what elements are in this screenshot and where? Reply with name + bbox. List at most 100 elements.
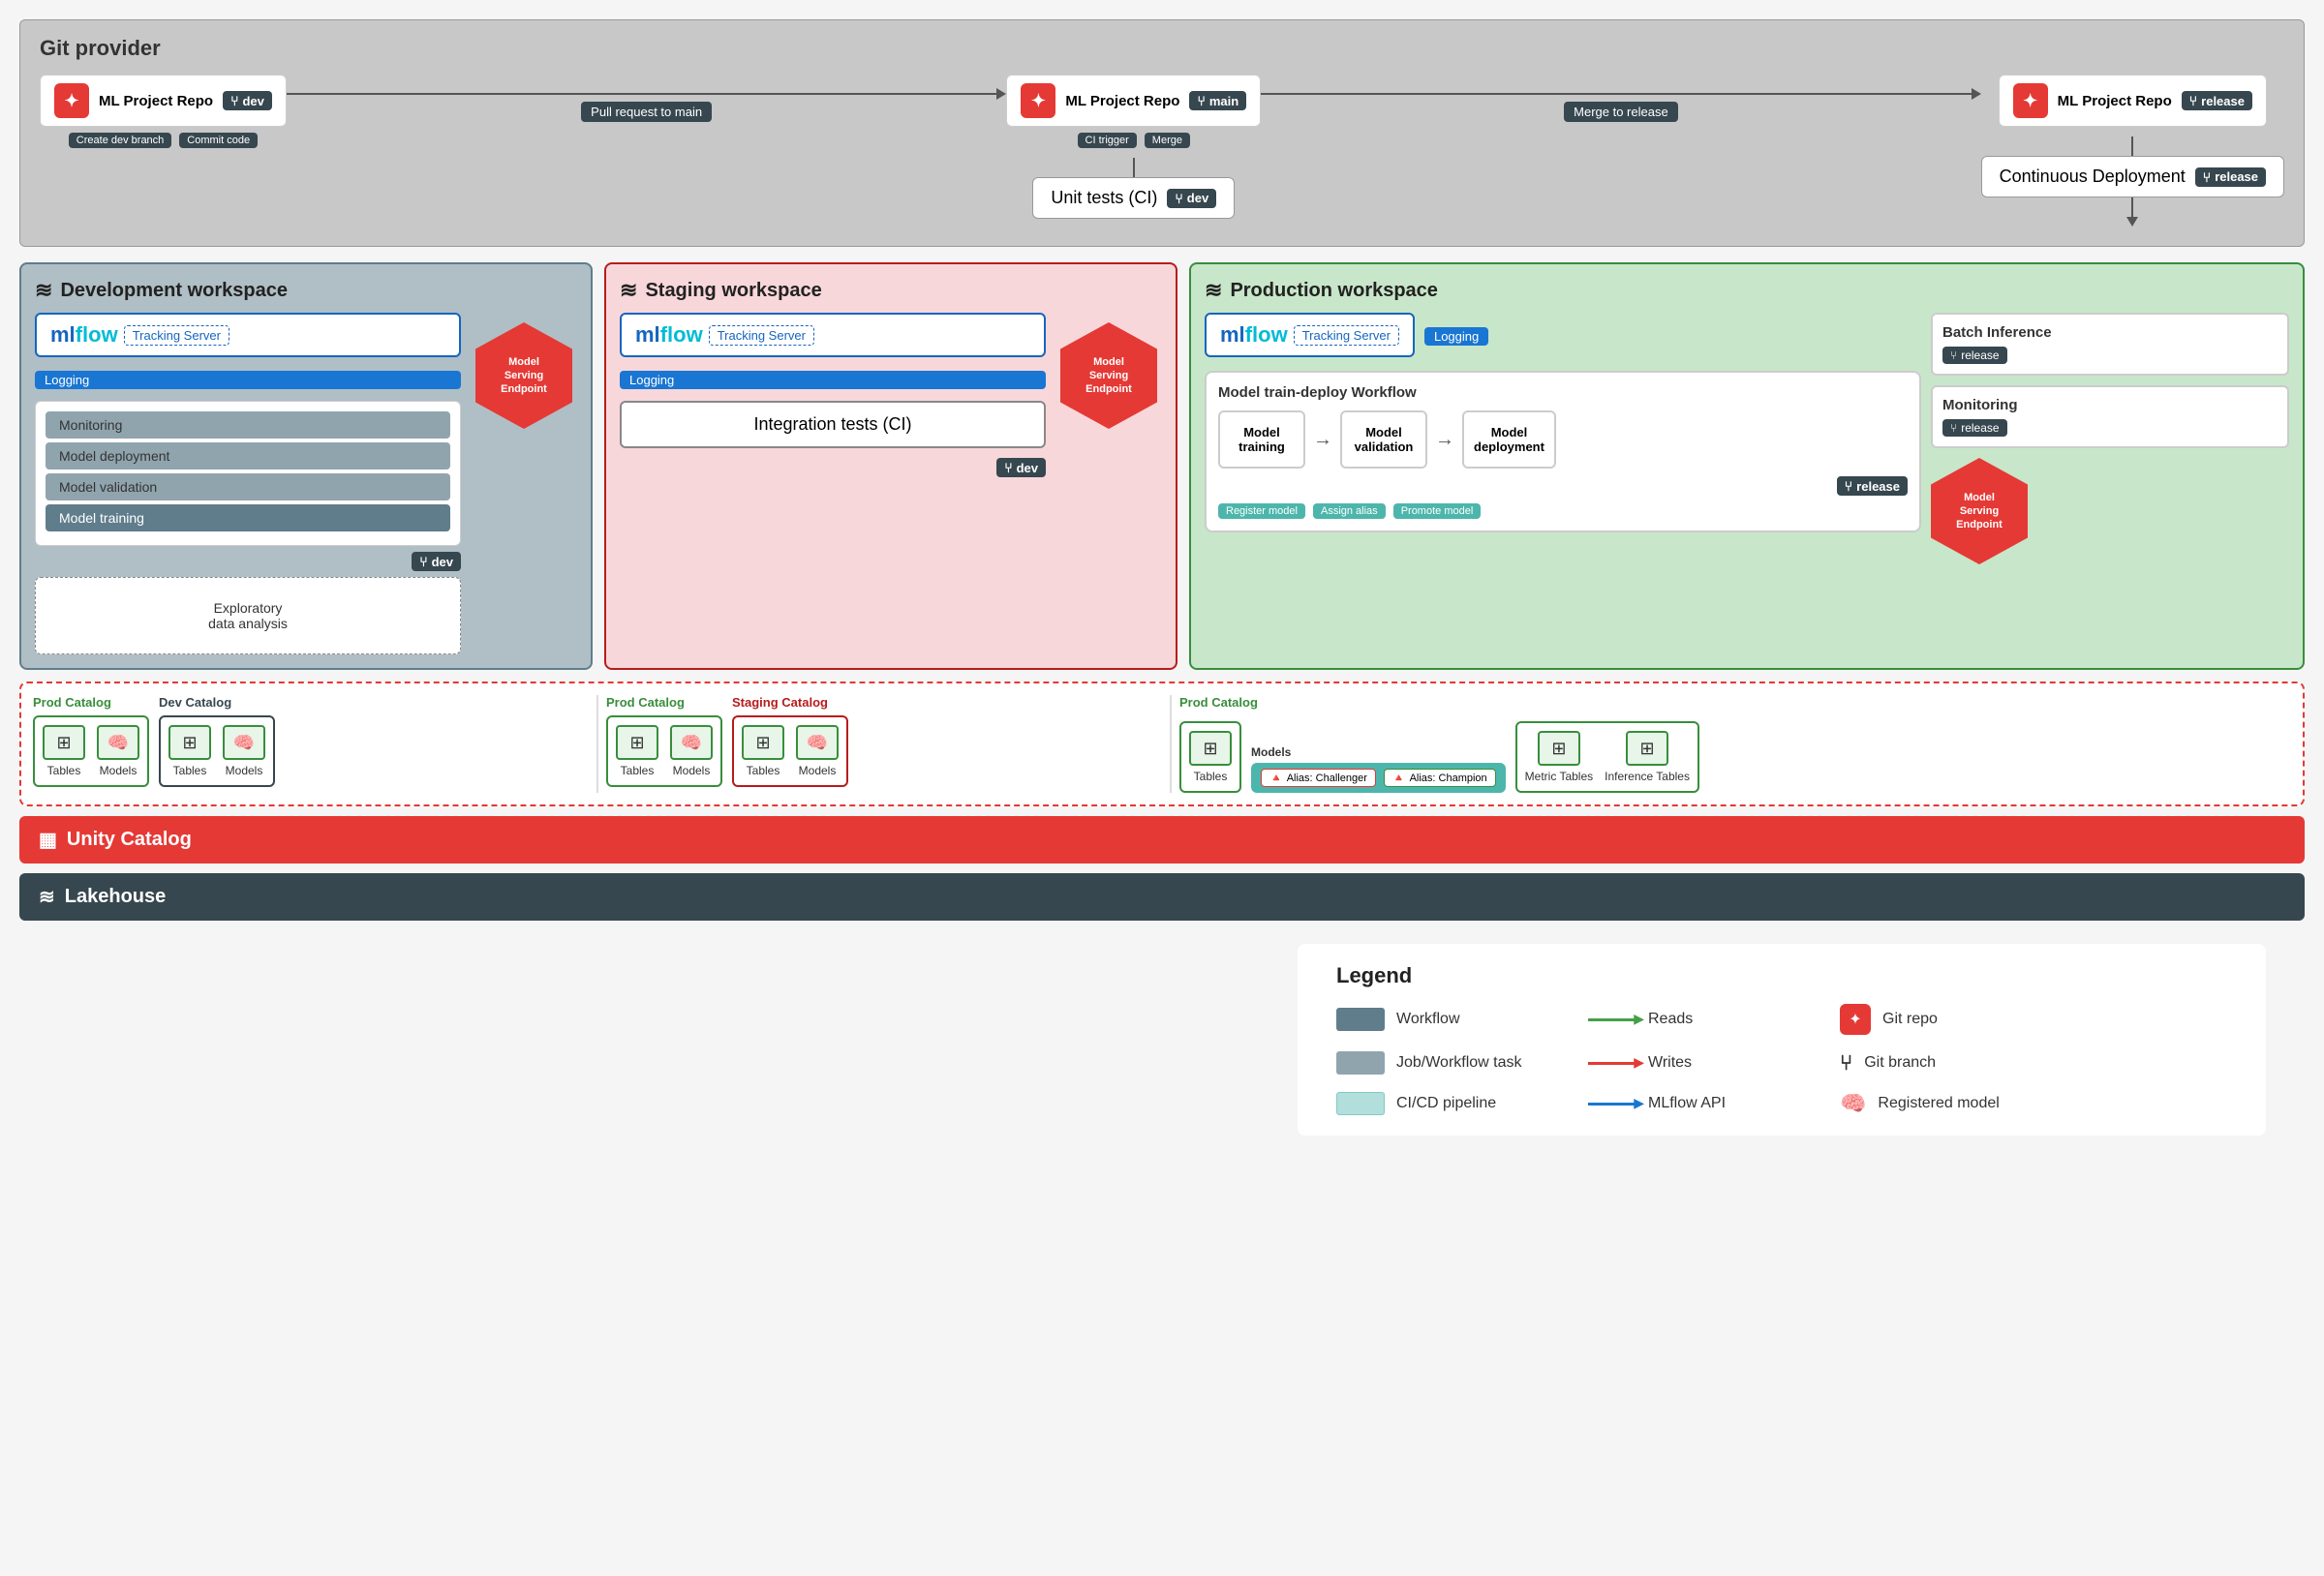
- staging-workspace-title: ≋ Staging workspace: [620, 278, 1162, 303]
- legend-cicd-label: CI/CD pipeline: [1396, 1095, 1496, 1112]
- legend-mlflow-label: MLflow API: [1648, 1095, 1726, 1112]
- staging-tables-icon: ⊞: [742, 725, 784, 760]
- dev-logging: Logging: [35, 371, 461, 389]
- tables-icon-1: ⊞: [43, 725, 85, 760]
- unity-catalog-label: Unity Catalog: [67, 829, 192, 851]
- legend-gitbranch-label: Git branch: [1864, 1054, 1936, 1072]
- arrow-pr-main: Pull request to main: [287, 75, 1006, 121]
- dev-models-label: Models: [226, 764, 263, 777]
- workspaces-row: ≋ Development workspace mlflow Tracking …: [19, 262, 2305, 670]
- inference-tables-item: ⊞ Inference Tables: [1605, 731, 1690, 783]
- dev-cat-tables: ⊞ Tables: [168, 725, 211, 777]
- git-flow-row: ✦ ML Project Repo ⑂dev Create dev branch…: [40, 75, 2284, 227]
- cd-box: Continuous Deployment ⑂release: [1981, 156, 2284, 197]
- git-provider-label: Git provider: [40, 36, 2284, 61]
- prod-workflow-branch: ⑂release: [1837, 476, 1908, 496]
- legend-writes: Writes: [1588, 1054, 1782, 1072]
- prod-cat-models-1: 🧠 Models: [97, 725, 139, 777]
- dev-workspace-title: ≋ Development workspace: [35, 278, 577, 303]
- eda-label: Exploratorydata analysis: [208, 600, 288, 631]
- arrow-merge-release: Merge to release: [1261, 75, 1980, 121]
- unit-tests-box: Unit tests (CI) ⑂dev: [1032, 177, 1235, 219]
- repo-main-col: ✦ ML Project Repo ⑂main CI trigger Merge…: [1006, 75, 1261, 219]
- main-sub-actions: CI trigger Merge: [1078, 133, 1190, 148]
- git-icon-release: ✦: [2013, 83, 2048, 118]
- monitoring-title: Monitoring: [1942, 397, 2278, 413]
- integration-tests-box: Integration tests (CI): [620, 401, 1046, 448]
- prod-catalog-box-1: ⊞ Tables 🧠 Models: [33, 715, 149, 787]
- eda-box: Exploratorydata analysis: [35, 577, 461, 654]
- staging-catalog-box: ⊞ Tables 🧠 Models: [732, 715, 848, 787]
- dev-model-validation: Model validation: [46, 473, 450, 500]
- prod-cat-tables-1: ⊞ Tables: [43, 725, 85, 777]
- workspace-dev: ≋ Development workspace mlflow Tracking …: [19, 262, 593, 670]
- commit-code-badge: Commit code: [179, 133, 258, 148]
- staging-tables-label: Tables: [747, 764, 780, 777]
- legend-row-3: CI/CD pipeline MLflow API 🧠 Registered m…: [1336, 1091, 2227, 1116]
- prod-workspace-title: ≋ Production workspace: [1205, 278, 2289, 303]
- models-label-2: Models: [673, 764, 711, 777]
- models-icon-2: 🧠: [670, 725, 713, 760]
- branch-dev: ⑂dev: [223, 91, 272, 110]
- git-icon-dev: ✦: [54, 83, 89, 118]
- prod-models-label: Models: [1251, 745, 1506, 759]
- prod-model-serving-label: ModelServingEndpoint: [1956, 491, 2003, 532]
- legend-writes-label: Writes: [1648, 1054, 1692, 1072]
- inference-tables-icon: ⊞: [1626, 731, 1668, 766]
- batch-inference-title: Batch Inference: [1942, 324, 2278, 341]
- legend-mlflow-arrow: [1588, 1103, 1636, 1106]
- prod-catalog-title-3: Prod Catalog: [1179, 695, 2291, 710]
- legend-regmodel-label: Registered model: [1878, 1095, 1999, 1112]
- staging-tracking-server: Tracking Server: [709, 325, 814, 346]
- legend-title: Legend: [1336, 963, 2227, 988]
- tables-label-3: Tables: [1194, 770, 1228, 783]
- prod-catalog-dev-1: Prod Catalog ⊞ Tables 🧠 Models: [33, 695, 149, 787]
- prod-cat-tables-3: ⊞ Tables: [1189, 731, 1232, 783]
- prod-workspace-icon: ≋: [1205, 278, 1222, 303]
- legend-row-1: Workflow Reads ✦ Git repo: [1336, 1004, 2227, 1035]
- metric-tables-item: ⊞ Metric Tables: [1525, 731, 1593, 783]
- lakehouse-label: Lakehouse: [65, 886, 166, 908]
- workspace-prod: ≋ Production workspace mlflow Tracking S…: [1189, 262, 2305, 670]
- legend-job-label: Job/Workflow task: [1396, 1054, 1522, 1072]
- staging-catalog-title: Staging Catalog: [732, 695, 848, 710]
- main-container: Git provider ✦ ML Project Repo ⑂dev Crea…: [0, 0, 2324, 1155]
- tables-label-1: Tables: [47, 764, 81, 777]
- legend-mlflow: MLflow API: [1588, 1095, 1782, 1112]
- legend-gitrepo: ✦ Git repo: [1840, 1004, 2034, 1035]
- prod-tracking-server: Tracking Server: [1294, 325, 1399, 346]
- repo-dev-name: ML Project Repo: [99, 93, 213, 109]
- metric-tables-label: Metric Tables: [1525, 770, 1593, 783]
- repo-main: ✦ ML Project Repo ⑂main: [1006, 75, 1261, 127]
- legend-workflow-box: [1336, 1008, 1385, 1031]
- catalog-divider-2: [1170, 695, 1172, 793]
- prod-model-deployment: Modeldeployment: [1462, 410, 1556, 469]
- legend-regmodel: 🧠 Registered model: [1840, 1091, 2034, 1116]
- dev-models-icon: 🧠: [223, 725, 265, 760]
- legend-row-2: Job/Workflow task Writes ⑂ Git branch: [1336, 1050, 2227, 1076]
- dev-catalog-title: Dev Catalog: [159, 695, 275, 710]
- dev-workflows: Monitoring Model deployment Model valida…: [35, 401, 461, 546]
- prod-catalogs-col: Prod Catalog ⊞ Tables Models 🔺Alias: Cha…: [1179, 695, 2291, 793]
- inference-tables-label: Inference Tables: [1605, 770, 1690, 783]
- legend-regmodel-icon: 🧠: [1840, 1091, 1866, 1116]
- integration-tests-label: Integration tests (CI): [753, 414, 911, 434]
- legend-workflow-label: Workflow: [1396, 1011, 1460, 1028]
- prod-model-validation: Modelvalidation: [1340, 410, 1427, 469]
- prod-workflow-title: Model train-deploy Workflow: [1218, 384, 1908, 401]
- assign-alias-badge: Assign alias: [1313, 503, 1386, 519]
- lakehouse-icon: ≋: [39, 885, 55, 909]
- staging-workspace-label: Staging workspace: [645, 280, 821, 302]
- staging-models-label: Models: [799, 764, 837, 777]
- prod-catalog-staging: Prod Catalog ⊞ Tables 🧠 Models: [606, 695, 722, 787]
- dev-catalog-box: ⊞ Tables 🧠 Models: [159, 715, 275, 787]
- repo-dev-col: ✦ ML Project Repo ⑂dev Create dev branch…: [40, 75, 287, 148]
- legend-writes-arrow: [1588, 1062, 1636, 1065]
- merge-release-label: Merge to release: [1564, 102, 1678, 122]
- batch-inference-box: Batch Inference ⑂release: [1931, 313, 2289, 376]
- create-dev-branch-badge: Create dev branch: [69, 133, 172, 148]
- repo-release-col: ✦ ML Project Repo ⑂release Continuous De…: [1981, 75, 2284, 227]
- unity-catalog-bar: ▦ Unity Catalog: [19, 816, 2305, 864]
- unit-tests-branch: ⑂dev: [1167, 189, 1216, 208]
- dev-mlflow-logo: mlflow: [50, 322, 118, 348]
